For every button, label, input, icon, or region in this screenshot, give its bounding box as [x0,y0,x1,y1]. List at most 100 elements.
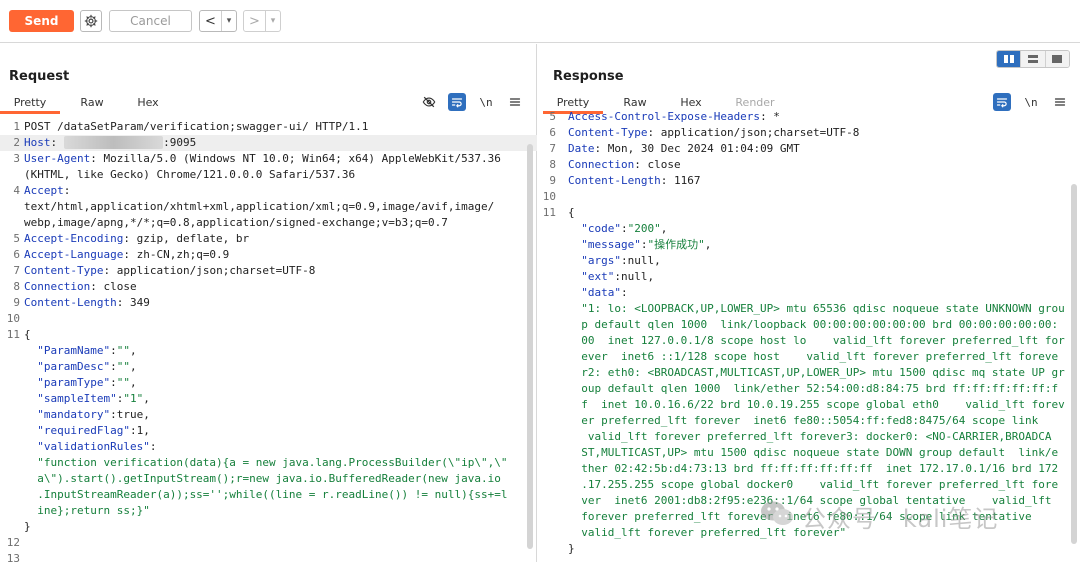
tab-hex[interactable]: Hex [126,94,170,114]
code-line: } [538,541,1080,557]
line-number: 12 [6,536,20,549]
code-token: "message" [568,238,641,251]
newline-icon[interactable]: \n [477,93,495,111]
code-line: "sampleItem":"1", [0,391,537,407]
code-text: "validationRules": [24,439,156,455]
code-token: :9095 [163,136,197,149]
line-number: 3 [13,152,20,165]
code-text: ther 02:42:5b:d4:73:13 brd ff:ff:ff:ff:f… [568,461,1058,477]
tab-raw[interactable]: Raw [70,94,114,114]
back-history-dropdown[interactable]: ▾ [222,11,236,31]
send-button[interactable]: Send [9,10,74,32]
code-token: "1" [123,392,144,405]
code-token: Content-Length [568,174,661,187]
code-token: "paramDesc" [24,360,111,373]
code-token: ther 02:42:5b:d4:73:13 brd ff:ff:ff:ff:f… [568,462,1059,475]
code-line: 4 Accept: [0,183,537,199]
code-token: , [660,222,668,235]
code-line: 00 inet 127.0.0.1/8 scope host lo valid_… [538,333,1080,349]
single-pane-icon[interactable] [1044,51,1069,67]
forward-button[interactable]: > [244,11,266,31]
code-text: Accept-Encoding: gzip, deflate, br [24,231,249,247]
code-token: , [704,238,712,251]
line-number: 7 [549,142,556,155]
code-token: p default qlen 1000 link/loopback 00:00:… [568,318,1059,331]
code-token: er preferred_lft forever inet6 fe80::505… [568,414,1039,427]
code-text: "message":"操作成功", [568,237,711,253]
layout-toggle [996,50,1070,68]
code-text: } [568,541,575,557]
code-token: "" [116,376,130,389]
code-line: 6 Content-Type: application/json;charset=… [538,125,1080,141]
code-text: "1: lo: <LOOPBACK,UP,LOWER_UP> mtu 65536… [568,301,1064,317]
code-token: "sampleItem" [24,392,117,405]
forward-history-dropdown[interactable]: ▾ [266,11,280,31]
wrap-icon[interactable] [448,93,466,111]
request-editor[interactable]: 1 POST /dataSetParam/verification;swagger… [0,119,537,562]
code-token: .17.255.255 scope global docker0 valid_l… [568,478,1059,491]
back-button[interactable]: < [200,11,222,31]
code-text: Content-Type: application/json;charset=U… [568,125,859,141]
code-line: f inet 10.0.16.6/22 brd 10.0.19.255 scop… [538,397,1080,413]
code-line: 10 [538,189,1080,205]
code-line: 5 Access-Control-Expose-Headers: * [538,109,1080,125]
code-token: : [110,344,117,357]
code-text: oup default qlen 1000 link/ether 52:54:0… [568,381,1058,397]
code-text: f inet 10.0.16.6/22 brd 10.0.19.255 scop… [568,397,1064,413]
tab-pretty[interactable]: Pretty [0,94,60,114]
code-token: : application/json;charset=UTF-8 [647,126,860,139]
line-number: 10 [6,312,20,325]
code-text: "ParamName":"", [24,343,136,359]
split-horizontal-icon[interactable] [1020,51,1045,67]
code-token: } [568,542,575,555]
response-scrollbar[interactable] [1071,184,1077,544]
line-number: 5 [549,110,556,123]
code-text: "function verification(data){a = new jav… [24,455,507,471]
code-token: , [129,376,137,389]
code-token: :null, [614,270,655,283]
code-token: { [24,328,31,341]
code-text: Content-Length: 1167 [568,173,700,189]
code-text: ine};return ss;}" [24,503,150,519]
code-text: } [24,519,31,535]
code-token: ever inet6 ::1/128 scope host valid_lft … [568,350,1059,363]
code-token: "" [116,360,130,373]
code-text: "ext":null, [568,269,654,285]
code-token: 8█.█ ███ ██ ███ [63,136,164,149]
code-text: Connection: close [568,157,681,173]
cancel-button[interactable]: Cancel [109,10,192,32]
code-line: "function verification(data){a = new jav… [0,455,537,471]
code-token: "code" [568,222,621,235]
response-pane: Response Pretty Raw Hex Render \n 5 Acces… [538,44,1080,562]
line-number: 13 [6,552,20,562]
request-title: Request [9,69,70,84]
code-token: : [149,440,157,453]
code-line: 9 Content-Length: 349 [0,295,537,311]
settings-button[interactable] [80,10,102,32]
history-back-group: < ▾ [199,10,237,32]
code-text: "mandatory":true, [24,407,150,423]
code-token: :1, [129,424,150,437]
menu-icon[interactable] [506,93,524,111]
chevron-left-icon: < [205,13,216,29]
code-token: Accept-Language [24,248,124,261]
code-text: POST /dataSetParam/verification;swagger-… [24,119,368,135]
request-scrollbar[interactable] [527,144,533,549]
code-token: "ParamName" [24,344,111,357]
code-token: , [129,360,137,373]
request-pane: Request Pretty Raw Hex \n 1 POST /dataSet… [0,44,537,562]
eye-off-icon[interactable] [420,93,438,111]
response-editor[interactable]: 5 Access-Control-Expose-Headers: * 6 Conten… [538,109,1080,562]
code-token: POST /dataSetParam/verification;swagger-… [24,120,369,133]
code-token: ST,MULTICAST,UP> mtu 1500 qdisc noqueue … [568,446,1059,459]
code-line: "ext":null, [538,269,1080,285]
code-token: r2: eth0: <BROADCAST,MULTICAST,UP,LOWER_… [568,366,1065,379]
code-line: webp,image/apng,*/*;q=0.8,application/si… [0,215,537,231]
code-line: ine};return ss;}" [0,503,537,519]
code-token: Accept [24,184,64,197]
split-vertical-icon[interactable] [997,51,1021,67]
code-token: : [620,222,628,235]
code-text: User-Agent: Mozilla/5.0 (Windows NT 10.0… [24,151,501,167]
code-text: webp,image/apng,*/*;q=0.8,application/si… [24,215,448,231]
line-number: 5 [13,232,20,245]
